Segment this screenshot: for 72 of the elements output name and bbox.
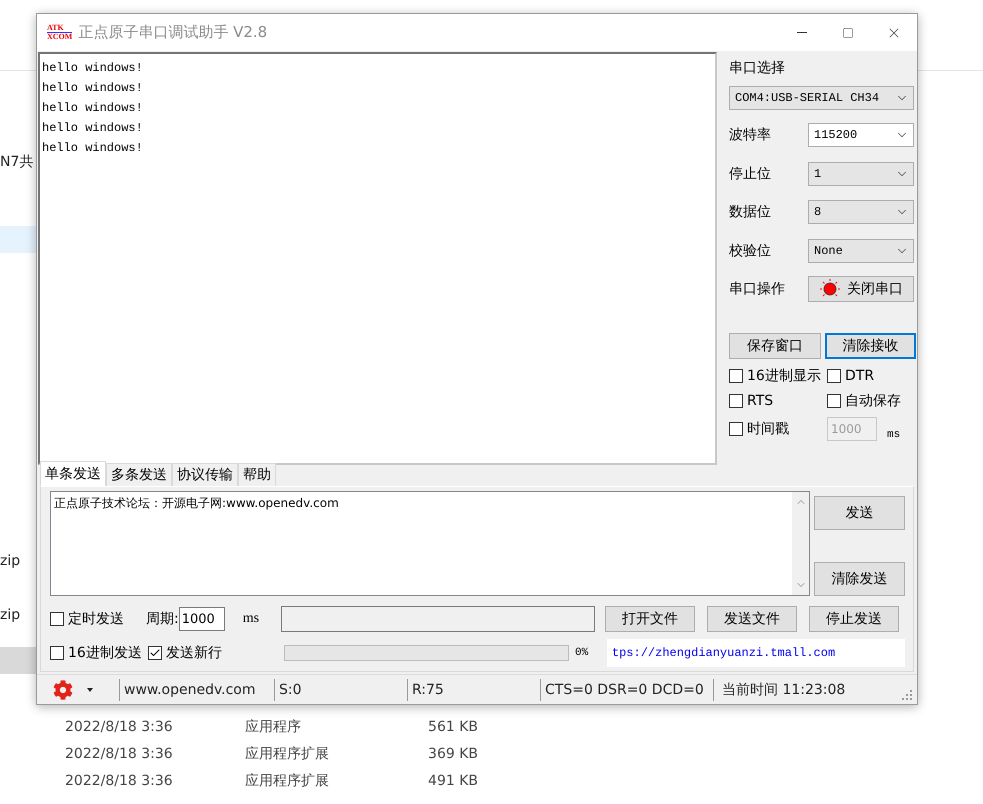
unit-label: ms <box>242 611 260 627</box>
type-cell-text: 应用程序 <box>245 718 302 736</box>
app-logo: ATK XCOM <box>47 24 72 41</box>
dropdown[interactable]: 1 <box>808 162 914 186</box>
port-label: 串口选择 <box>729 59 786 77</box>
field-label: 校验位 <box>729 242 771 260</box>
checkbox[interactable]: 16进制显示 <box>729 366 827 384</box>
sent-count: S:0 <box>274 678 407 700</box>
file-name: zip <box>0 607 22 625</box>
tab[interactable]: 帮助 <box>238 463 276 486</box>
website-label: www.openedv.com <box>119 678 274 700</box>
received-line: hello windows! <box>42 120 144 137</box>
type-cell-text: 应用程序扩展 <box>245 772 330 790</box>
row-highlight <box>0 226 36 253</box>
period-label: 周期: <box>146 610 179 628</box>
progress-reading: 0% <box>574 647 590 659</box>
checkbox[interactable]: 自动保存 <box>827 392 917 410</box>
received-line: hello windows! <box>42 140 144 157</box>
send-button[interactable]: 发送 <box>814 496 905 530</box>
date-cell-text: 2022/8/18 3:36 <box>65 718 174 734</box>
settings-icon[interactable] <box>53 680 73 700</box>
resize-grip-icon[interactable] <box>901 689 913 701</box>
tab[interactable]: 单条发送 <box>40 461 106 486</box>
scrollbar[interactable] <box>792 492 809 595</box>
field-label: 波特率 <box>729 126 771 144</box>
file-name: zip <box>0 553 22 571</box>
tab[interactable]: 多条发送 <box>106 463 172 486</box>
window-title: 正点原子串口调试助手 V2.8 <box>78 23 268 42</box>
open-file-button[interactable]: 打开文件 <box>605 606 696 632</box>
send-file-button[interactable]: 发送文件 <box>707 606 798 632</box>
combo-field[interactable]: 115200 <box>808 123 914 148</box>
current-time: 当前时间 11:23:08 <box>713 678 892 700</box>
received-count: R:75 <box>407 678 540 700</box>
checkbox[interactable]: RTS <box>729 392 827 408</box>
unit-label: ms <box>887 428 900 440</box>
file-path-field[interactable] <box>281 606 596 632</box>
size-cell-text: 561 KB <box>427 718 478 734</box>
dropdown[interactable]: None <box>808 238 914 263</box>
caret-icon[interactable] <box>87 688 93 692</box>
dropdown[interactable]: 8 <box>808 200 914 224</box>
clear-receive-button[interactable]: 清除接收 <box>824 332 916 358</box>
checkbox[interactable]: 定时发送 <box>50 610 124 628</box>
field-label: 串口操作 <box>729 280 785 298</box>
size-cell-text: 491 KB <box>427 772 478 788</box>
type-cell-text: 应用程序扩展 <box>245 744 330 762</box>
checkbox[interactable]: 16进制发送 <box>50 644 142 662</box>
shop-link[interactable]: tps://zhengdianyuanzi.tmall.com <box>606 639 906 667</box>
size-cell-text: 369 KB <box>427 746 478 762</box>
clear-send-button[interactable]: 清除发送 <box>814 562 905 596</box>
file-name: N7共 <box>0 153 34 171</box>
period-field[interactable]: 1000 <box>178 607 225 631</box>
checkbox[interactable]: 发送新行 <box>148 644 222 662</box>
save-window-button[interactable]: 保存窗口 <box>729 332 820 358</box>
send-field[interactable]: 正点原子技术论坛：开源电子网:www.openedv.com <box>50 491 810 596</box>
minimize-icon <box>797 32 807 33</box>
stop-send-button[interactable]: 停止发送 <box>809 606 900 632</box>
checkbox[interactable]: 时间戳 <box>729 420 827 438</box>
received-line: hello windows! <box>42 100 144 117</box>
port-dropdown[interactable]: COM4:USB-SERIAL CH34 <box>729 86 914 110</box>
received-line: hello windows! <box>42 60 144 77</box>
received-line: hello windows! <box>42 80 144 97</box>
modem-lines: CTS=0 DSR=0 DCD=0 <box>540 678 713 700</box>
date-cell-text: 2022/8/18 3:36 <box>65 746 174 762</box>
checkbox[interactable]: DTR <box>827 368 917 384</box>
field-label: 停止位 <box>729 164 771 183</box>
check-icon <box>148 647 161 659</box>
close-port-button[interactable]: 关闭串口 <box>808 276 914 302</box>
tab[interactable]: 协议传输 <box>172 463 238 486</box>
field-label: 数据位 <box>729 203 771 222</box>
date-cell-text: 2022/8/18 3:36 <box>65 772 174 788</box>
row-highlight <box>0 647 36 674</box>
maximize-icon <box>842 26 854 38</box>
